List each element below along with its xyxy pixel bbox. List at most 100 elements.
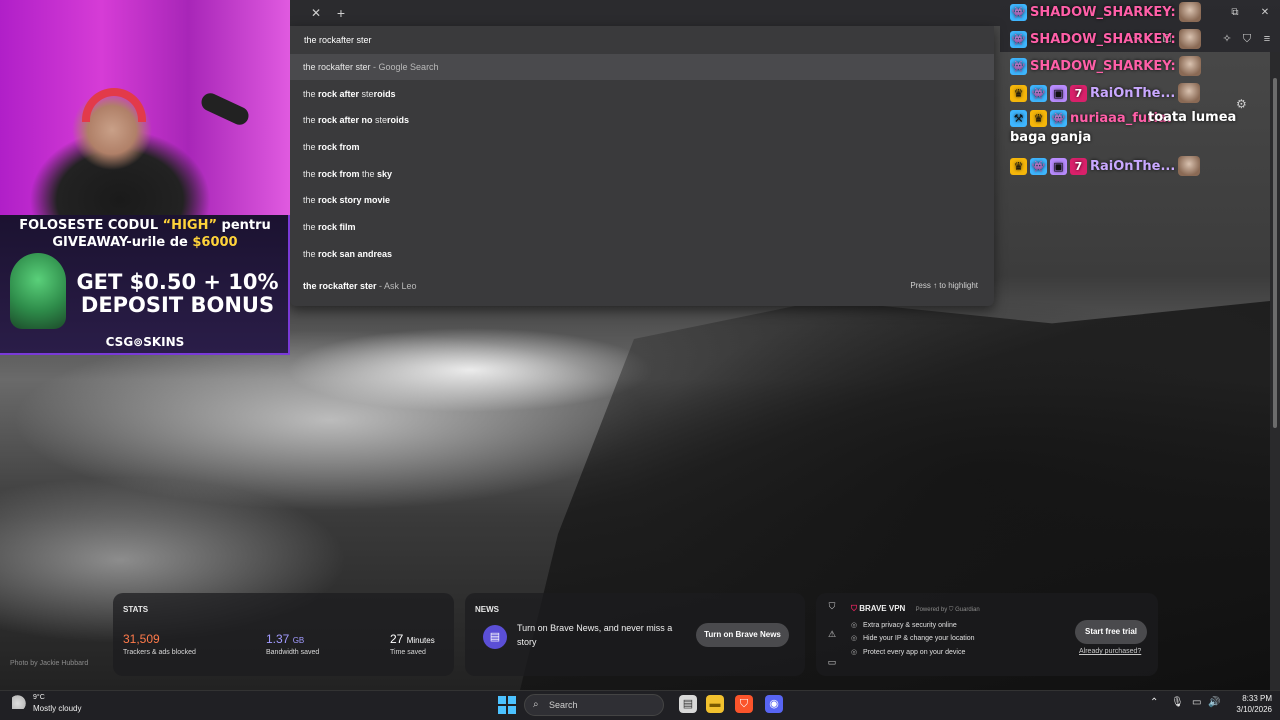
vpn-feature: ◎ Extra privacy & security online	[851, 621, 957, 629]
news-widget: NEWS ▤ Turn on Brave News, and never mis…	[465, 593, 805, 676]
promo-code: “HIGH”	[162, 218, 217, 233]
gift-badge-icon: ▣	[1050, 84, 1067, 102]
suggestion-text: the rockafter ster	[303, 62, 371, 72]
suggestion-ask-leo[interactable]: the rockafter ster - Ask Leo	[290, 273, 994, 299]
suggestion-item[interactable]: the rock san andreas	[290, 241, 994, 267]
time-unit: Minutes	[406, 636, 435, 645]
stream-chat: 👾 SHADOW_SHARKEY: 👾 SHADOW_SHARKEY: 👾 SH…	[1010, 0, 1250, 180]
brave-browser-icon[interactable]: ⛉	[735, 695, 753, 713]
suggestion-bold-2: roids	[373, 89, 396, 99]
suggestion-item[interactable]: the rock story movie	[290, 187, 994, 213]
settings-gear-icon[interactable]: ⚙	[1236, 97, 1247, 111]
suggestion-text: the rockafter ster	[303, 281, 377, 291]
trackers-blocked-label: Trackers & ads blocked	[123, 649, 196, 656]
suggestion-item[interactable]: the rock from the sky	[290, 161, 994, 187]
emote-icon	[1178, 29, 1201, 49]
turn-on-news-button[interactable]: Turn on Brave News	[696, 623, 789, 647]
suggestion-bold: rock from	[318, 169, 363, 179]
display-icon[interactable]: ▭	[1192, 697, 1201, 708]
stats-widget: STATS 31,509 Trackers & ads blocked 1.37…	[113, 593, 454, 676]
microphone-icon[interactable]: 🎙	[1171, 697, 1184, 708]
suggestion-prefix: the	[303, 222, 319, 232]
menu-icon[interactable]: ≡	[1260, 32, 1274, 46]
channel-badge-icon: 7	[1070, 157, 1087, 175]
check-icon: ◎	[851, 649, 858, 656]
address-bar-input[interactable]	[290, 26, 994, 54]
tab-bar: ✕ +	[290, 0, 1000, 26]
vpn-title: ⛉ BRAVE VPN Powered by ⛉ Guardian	[851, 604, 980, 614]
chat-message: 👾 SHADOW_SHARKEY:	[1010, 29, 1201, 49]
warning-icon[interactable]: ⚠	[822, 629, 842, 657]
already-purchased-link[interactable]: Already purchased?	[1079, 648, 1141, 655]
volume-icon[interactable]: 🔊	[1208, 697, 1220, 708]
suggestion-rest: ste	[361, 89, 374, 99]
promo-text: GIVEAWAY-urile de	[52, 235, 193, 250]
suggestion-prefix: the	[303, 115, 319, 125]
suggestion-source: - Google Search	[370, 62, 439, 72]
bandwidth-saved-label: Bandwidth saved	[266, 649, 320, 656]
vpn-powered-by: Powered by ⛉ Guardian	[915, 607, 980, 613]
suggestion-bold: rock from	[318, 142, 360, 152]
close-window-button[interactable]: ✕	[1258, 6, 1272, 20]
channel-badge-icon: 7	[1070, 84, 1087, 102]
webcam-overlay	[0, 0, 290, 215]
bandwidth-unit: GB	[292, 636, 305, 645]
bot-badge-icon: 👾	[1010, 3, 1027, 21]
emote-icon	[1178, 56, 1201, 76]
page-scrollbar[interactable]	[1270, 52, 1280, 690]
suggestion-bold-2: sky	[377, 169, 393, 179]
file-explorer-icon[interactable]: ▬	[706, 695, 724, 713]
suggestion-item[interactable]: the rock from	[290, 134, 994, 160]
notepad-icon[interactable]: ▤	[679, 695, 697, 713]
chat-message-text: toata lumea baga ganja	[1010, 110, 1237, 145]
taskbar-clock[interactable]: 8:33 PM 3/10/2026	[1222, 693, 1272, 715]
taskbar-search[interactable]: ⌕ Search	[524, 694, 664, 716]
promo-headline: GET $0.50 + 10%	[76, 270, 279, 294]
suggestion-bold: rock after no	[318, 115, 376, 125]
chat-message: ♛ 👾 ▣ 7 RaiOnThe...	[1010, 156, 1201, 176]
suggestion-item[interactable]: the rock after steroids	[290, 81, 994, 107]
suggestion-item[interactable]: the rock film	[290, 214, 994, 240]
video-icon[interactable]: ▭	[822, 657, 842, 685]
time-saved-value: 27 Minutes	[390, 632, 435, 646]
suggestion-prefix: the	[303, 195, 319, 205]
vpn-logo-icon: ⛉	[851, 604, 857, 613]
weather-description[interactable]: Mostly cloudy	[33, 704, 81, 713]
photo-credit: Photo by Jackie Hubbard	[10, 660, 89, 667]
promo-banner: FOLOSESTE CODUL “HIGH” pentru GIVEAWAY-u…	[0, 215, 290, 355]
promo-line-2: GIVEAWAY-urile de $6000	[0, 235, 290, 251]
shield-icon[interactable]: ⛉	[822, 601, 842, 629]
suggestion-bold: rock story movie	[318, 195, 391, 205]
vpn-feature-text: Extra privacy & security online	[863, 622, 957, 629]
promo-text: pentru	[217, 218, 271, 233]
suggestion-google-search[interactable]: the rockafter ster - Google Search	[290, 54, 994, 80]
time-number: 27	[390, 632, 404, 646]
chevron-up-icon[interactable]: ⌃	[1150, 697, 1158, 708]
news-title: NEWS	[475, 605, 499, 614]
start-button[interactable]	[498, 696, 516, 714]
search-placeholder: Search	[549, 700, 578, 710]
bot-badge-icon: 👾	[1010, 30, 1027, 48]
vpn-feature: ◎ Hide your IP & change your location	[851, 634, 975, 642]
close-tab-icon[interactable]: ✕	[308, 5, 324, 21]
new-tab-button[interactable]: +	[333, 5, 349, 21]
chat-username: RaiOnThe...	[1090, 158, 1176, 174]
discord-icon[interactable]: ◉	[765, 695, 783, 713]
bot-badge-icon: 👾	[1010, 57, 1027, 75]
vpn-feature: ◎ Protect every app on your device	[851, 648, 965, 656]
start-free-trial-button[interactable]: Start free trial	[1075, 620, 1147, 644]
bandwidth-number: 1.37	[266, 632, 290, 646]
promo-line-1: FOLOSESTE CODUL “HIGH” pentru	[0, 218, 290, 234]
promo-headline-2: DEPOSIT BONUS	[80, 293, 275, 317]
chat-message: 👾 SHADOW_SHARKEY:	[1010, 2, 1201, 22]
emote-icon	[1178, 83, 1201, 103]
cloud-icon[interactable]	[12, 695, 28, 709]
weather-temperature[interactable]: 9°C	[33, 694, 45, 701]
news-promo-text: Turn on Brave News, and never miss a sto…	[517, 623, 673, 647]
check-icon: ◎	[851, 622, 858, 629]
promo-brand-logo: CSG⊚SKINS	[105, 335, 185, 349]
highlight-hint: Press ↑ to highlight	[910, 281, 978, 290]
suggestion-item[interactable]: the rock after no steroids	[290, 107, 994, 133]
scrollbar-thumb[interactable]	[1273, 78, 1277, 428]
suggestion-bold-2: roids	[387, 115, 410, 125]
